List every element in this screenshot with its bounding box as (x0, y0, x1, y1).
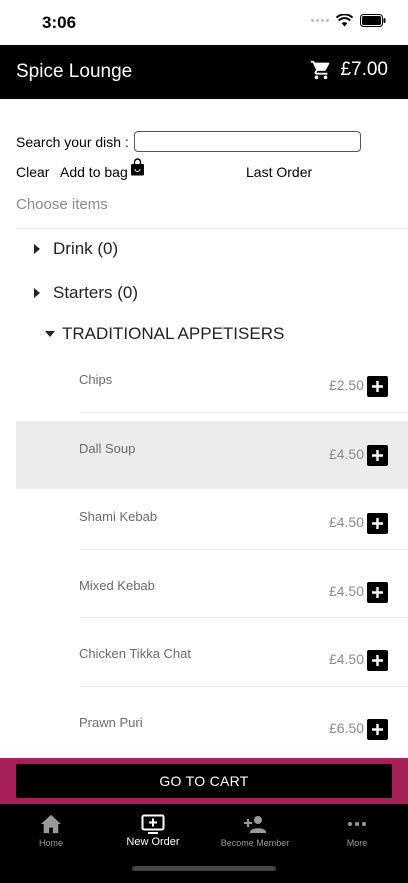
shopping-bag-icon[interactable] (130, 158, 145, 176)
item-price: £4.50 (328, 582, 364, 599)
cart-bar: GO TO CART (0, 758, 408, 804)
item-name: Mixed Kebab (79, 577, 155, 593)
divider (80, 617, 408, 619)
tab-label: More (346, 838, 368, 848)
divider (80, 685, 408, 687)
restaurant-title: Spice Lounge (16, 61, 133, 82)
go-to-cart-button[interactable]: GO TO CART (16, 764, 392, 798)
plus-icon (372, 518, 383, 530)
tab-more[interactable]: More (306, 814, 408, 848)
menu-item-list: Chips £2.50 Dall Soup £4.50 Shami Kebab … (16, 352, 408, 764)
item-price: £4.50 (328, 445, 364, 462)
menu-item[interactable]: Shami Kebab £4.50 (16, 489, 408, 558)
item-name: Shami Kebab (79, 509, 158, 525)
tab-home[interactable]: Home (0, 814, 102, 848)
category-label: Drink (0) (53, 239, 119, 258)
menu-item[interactable]: Mixed Kebab £4.50 (16, 558, 408, 627)
tab-label: New Order (126, 836, 180, 848)
wifi-icon (336, 14, 353, 27)
item-name: Dall Soup (79, 440, 136, 456)
status-icons (311, 14, 386, 27)
home-indicator (132, 866, 276, 871)
category-label: TRADITIONAL APPETISERS (62, 324, 285, 343)
divider (16, 228, 408, 229)
plus-icon (372, 586, 383, 598)
plus-icon (372, 723, 383, 735)
category-starters[interactable]: Starters (0) (34, 283, 138, 303)
divider (80, 548, 408, 550)
home-icon (41, 814, 61, 834)
new-order-icon (141, 814, 165, 834)
add-item-button[interactable] (367, 444, 388, 466)
choose-items-heading: Choose items (16, 196, 108, 213)
caret-right-icon (34, 288, 40, 298)
menu-item[interactable]: Chicken Tikka Chat £4.50 (16, 626, 408, 695)
menu-item[interactable]: Chips £2.50 (16, 352, 408, 421)
add-item-button[interactable] (367, 376, 388, 397)
cart-icon[interactable] (310, 59, 332, 81)
tab-bar: Home New Order Become Member More (0, 804, 408, 883)
more-icon (348, 822, 366, 826)
search-input[interactable] (133, 131, 361, 152)
category-traditional-appetisers[interactable]: TRADITIONAL APPETISERS (34, 324, 284, 344)
category-label: Starters (0) (53, 283, 139, 302)
tab-new-order[interactable]: New Order (102, 814, 204, 848)
status-bar: 3:06 (0, 0, 408, 45)
battery-icon (360, 14, 386, 27)
item-price: £2.50 (328, 377, 364, 393)
menu-item[interactable]: Dall Soup £4.50 (16, 420, 408, 490)
clear-button[interactable]: Clear (16, 164, 49, 180)
item-price: £6.50 (328, 719, 364, 736)
item-name: Chicken Tikka Chat (79, 646, 191, 662)
divider (80, 411, 408, 413)
last-order-button[interactable]: Last Order (246, 164, 312, 180)
add-item-button[interactable] (367, 718, 388, 740)
add-item-button[interactable] (367, 513, 388, 535)
menu-item[interactable]: Prawn Puri £6.50 (16, 695, 408, 764)
plus-icon (372, 449, 383, 461)
action-row: Clear Add to bag Last Order (16, 158, 396, 184)
cart-summary[interactable]: £7.00 (310, 59, 388, 81)
app-header: Spice Lounge £7.00 (0, 45, 408, 99)
caret-right-icon (34, 244, 40, 254)
status-time: 3:06 (42, 13, 77, 32)
tab-become-member[interactable]: Become Member (204, 814, 306, 848)
item-price: £4.50 (328, 651, 364, 668)
add-person-icon (244, 816, 266, 833)
add-item-button[interactable] (367, 581, 388, 603)
cart-total: £7.00 (340, 59, 388, 80)
item-name: Prawn Puri (79, 714, 143, 730)
plus-icon (372, 655, 383, 667)
search-label: Search your dish : (16, 133, 129, 150)
caret-down-icon (45, 331, 55, 337)
tab-label: Become Member (220, 838, 290, 848)
item-name: Chips (79, 372, 113, 387)
item-price: £4.50 (328, 514, 364, 531)
search-row: Search your dish : (16, 131, 361, 152)
tab-label: Home (38, 838, 63, 848)
add-to-bag-button[interactable]: Add to bag (60, 164, 128, 180)
add-item-button[interactable] (367, 650, 388, 672)
plus-icon (372, 381, 383, 392)
category-drink[interactable]: Drink (0) (34, 239, 118, 259)
signal-icon (311, 19, 329, 22)
